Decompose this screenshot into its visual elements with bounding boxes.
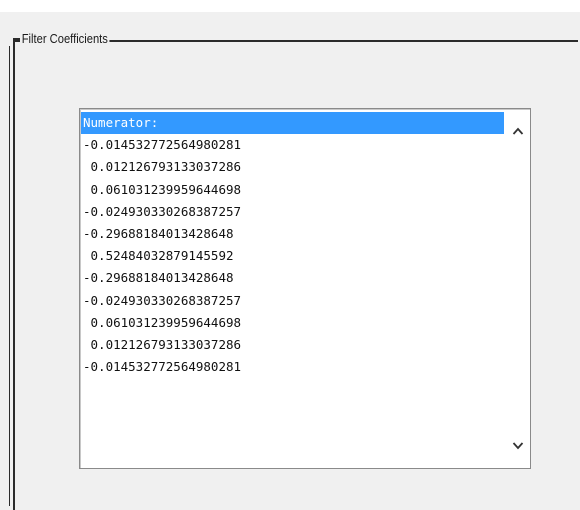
list-item[interactable]: 0.061031239959644698 xyxy=(81,179,504,201)
list-item[interactable]: 0.061031239959644698 xyxy=(81,312,504,334)
scroll-up-button[interactable] xyxy=(507,120,529,142)
vertical-scrollbar[interactable] xyxy=(507,110,529,467)
list-item[interactable]: -0.024930330268387257 xyxy=(81,290,504,312)
list-item[interactable]: 0.012126793133037286 xyxy=(81,334,504,356)
chevron-up-icon xyxy=(512,127,524,135)
list-item[interactable]: 0.52484032879145592 xyxy=(81,245,504,267)
list-item[interactable]: -0.014532772564980281 xyxy=(81,134,504,156)
list-item[interactable]: -0.024930330268387257 xyxy=(81,201,504,223)
top-edge-strip xyxy=(0,0,580,12)
chevron-down-icon xyxy=(512,442,524,450)
list-item-numerator-header[interactable]: Numerator: xyxy=(81,112,504,135)
coefficients-listbox[interactable]: Numerator: -0.014532772564980281 0.01212… xyxy=(79,108,531,469)
list-item[interactable]: -0.29688184013428648 xyxy=(81,223,504,245)
groupbox-inner-line xyxy=(9,46,10,506)
groupbox-title: Filter Coefficients xyxy=(20,31,110,46)
coefficients-list: Numerator: -0.014532772564980281 0.01212… xyxy=(81,112,504,378)
list-item[interactable]: 0.012126793133037286 xyxy=(81,156,504,178)
list-item[interactable]: -0.014532772564980281 xyxy=(81,356,504,378)
scroll-down-button[interactable] xyxy=(507,435,529,457)
list-item[interactable]: -0.29688184013428648 xyxy=(81,267,504,289)
